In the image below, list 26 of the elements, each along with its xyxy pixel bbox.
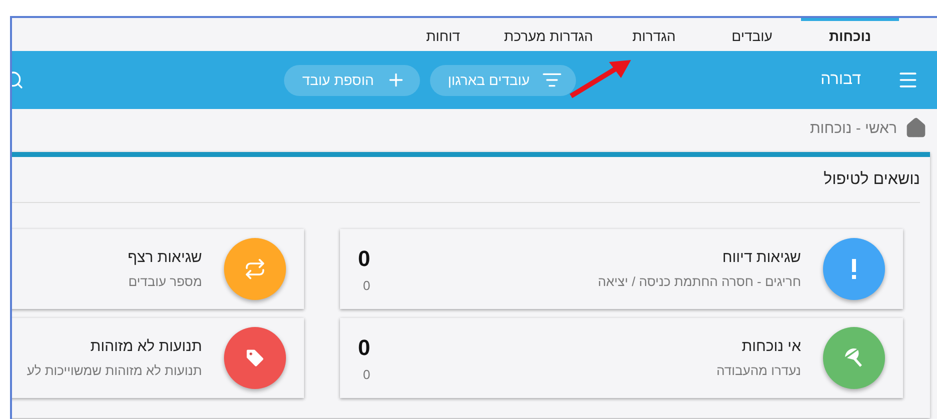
issue-subcount: 0 xyxy=(363,366,370,382)
issue-subtitle: נעדרו מהעבודה xyxy=(716,363,801,378)
exclamation-icon xyxy=(851,259,857,279)
issue-title: שגיאות רצף xyxy=(126,249,202,266)
issue-subtitle: מספר עובדים xyxy=(127,274,202,289)
issue-subcount: 0 xyxy=(363,278,370,292)
tab[interactable]: עובדים xyxy=(703,18,801,51)
issue-title: אי נוכחות xyxy=(740,338,801,355)
issue-title: תנועות לא מזוהות xyxy=(89,338,202,355)
breadcrumb: ראשי - נוכחות xyxy=(810,120,897,136)
tab[interactable]: הגדרות מערכת xyxy=(492,18,605,51)
issue-title: שגיאות דיווח xyxy=(721,249,801,266)
arrow-drawing xyxy=(569,58,633,100)
panel-title: נושאים לטיפול xyxy=(822,170,920,190)
user-name: דבורה xyxy=(820,71,861,89)
issue-card[interactable]: שגיאות רצף מספר עובדים xyxy=(12,229,304,309)
home-icon[interactable] xyxy=(905,117,927,139)
issue-count: 0 xyxy=(358,246,370,272)
issue-subtitle: חריגים - חסרה החתמת כניסה / יציאה xyxy=(596,274,801,289)
repeat-icon xyxy=(244,258,266,280)
tab[interactable]: דוחות xyxy=(394,18,492,51)
issue-card[interactable]: תנועות לא מזוהות תנועות לא מזוהות שמשוייכות לע xyxy=(12,318,304,398)
tag-icon xyxy=(244,347,266,369)
tab[interactable]: הגדרות xyxy=(605,18,703,51)
issue-subtitle: תנועות לא מזוהות שמשוייכות לע xyxy=(26,363,202,378)
issue-count: 0 xyxy=(358,334,370,360)
